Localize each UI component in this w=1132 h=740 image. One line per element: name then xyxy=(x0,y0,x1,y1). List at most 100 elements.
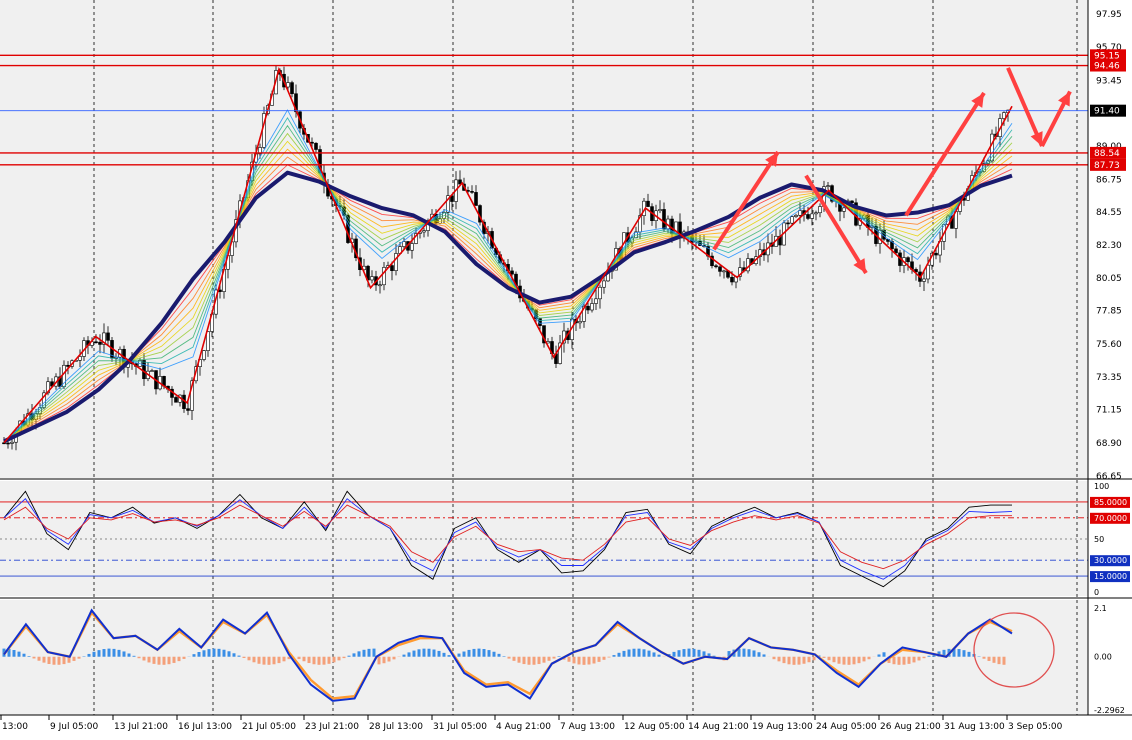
macd-histogram-bar xyxy=(823,657,826,658)
x-tick-label: 13:00 xyxy=(2,722,28,732)
candle xyxy=(411,244,414,251)
candle xyxy=(579,321,582,322)
macd-histogram-bar xyxy=(43,657,46,663)
macd-histogram-bar xyxy=(653,652,656,656)
candle xyxy=(511,271,514,274)
macd-histogram-bar xyxy=(438,651,441,657)
price-label: 91.40 xyxy=(1094,107,1120,117)
price-tick-label: 71.15 xyxy=(1096,406,1122,416)
x-tick-label: 31 Jul 05:00 xyxy=(433,722,487,732)
candle xyxy=(927,265,930,279)
x-tick-label: 31 Aug 13:00 xyxy=(944,722,1005,732)
x-tick-label: 4 Aug 21:00 xyxy=(496,722,551,732)
macd-histogram-bar xyxy=(533,657,536,665)
price-tick-label: 86.75 xyxy=(1096,175,1122,185)
candle xyxy=(207,332,210,351)
macd-histogram-bar xyxy=(73,657,76,661)
candle xyxy=(203,351,206,360)
candle xyxy=(791,217,794,224)
macd-histogram-bar xyxy=(418,649,421,656)
macd-histogram-bar xyxy=(848,657,851,665)
macd-histogram-bar xyxy=(28,656,31,657)
macd-histogram-bar xyxy=(903,657,906,665)
macd-histogram-bar xyxy=(268,657,271,665)
x-tick-label: 21 Jul 05:00 xyxy=(242,722,296,732)
macd-histogram-bar xyxy=(108,649,111,657)
macd-histogram-bar xyxy=(528,657,531,665)
macd-histogram-bar xyxy=(1003,657,1006,665)
candle xyxy=(715,266,718,267)
candle xyxy=(799,211,802,216)
candle xyxy=(907,258,910,262)
macd-histogram-bar xyxy=(248,657,251,661)
chart-window: 97.9595.7093.4591.4089.0086.7584.5582.30… xyxy=(0,0,1132,736)
price-label: 88.54 xyxy=(1094,149,1120,159)
macd-histogram-bar xyxy=(793,657,796,665)
chart-svg[interactable]: 97.9595.7093.4591.4089.0086.7584.5582.30… xyxy=(0,0,1132,736)
candle xyxy=(723,271,726,272)
macd-histogram-bar xyxy=(863,657,866,662)
candle xyxy=(659,209,662,210)
macd-histogram-bar xyxy=(63,657,66,664)
macd-histogram-bar xyxy=(598,657,601,662)
macd-histogram-bar xyxy=(758,652,761,656)
macd-histogram-bar xyxy=(313,657,316,665)
candle xyxy=(599,287,602,299)
macd-histogram-bar xyxy=(843,657,846,665)
candle xyxy=(719,267,722,272)
candle xyxy=(591,304,594,310)
price-panel[interactable] xyxy=(0,0,1088,478)
price-label: 94.46 xyxy=(1094,62,1120,72)
macd-histogram-bar xyxy=(258,657,261,664)
macd-histogram-bar xyxy=(323,657,326,665)
macd-histogram-bar xyxy=(433,650,436,657)
macd-histogram-bar xyxy=(463,652,466,657)
macd-histogram-bar xyxy=(213,649,216,657)
macd-histogram-bar xyxy=(858,657,861,663)
macd-histogram-bar xyxy=(628,649,631,656)
macd-histogram-bar xyxy=(23,654,26,657)
price-label: 87.73 xyxy=(1094,161,1120,171)
macd-histogram-bar xyxy=(263,657,266,665)
macd-histogram-bar xyxy=(178,657,181,661)
candle xyxy=(475,192,478,205)
macd-histogram-bar xyxy=(548,657,551,661)
macd-histogram-bar xyxy=(603,657,606,660)
macd-histogram-bar xyxy=(808,657,811,663)
oscillator-level-label: 30.0000 xyxy=(1094,556,1127,565)
macd-histogram-bar xyxy=(98,650,101,657)
candle xyxy=(595,299,598,304)
macd-histogram-bar xyxy=(643,649,646,656)
x-tick-label: 16 Jul 13:00 xyxy=(178,722,232,732)
candle xyxy=(731,277,734,282)
macd-histogram-bar xyxy=(988,657,991,661)
x-tick-label: 24 Aug 05:00 xyxy=(816,722,877,732)
macd-histogram-bar xyxy=(193,654,196,657)
macd-histogram-bar xyxy=(233,653,236,656)
x-tick-label: 23 Jul 21:00 xyxy=(305,722,359,732)
price-tick-label: 73.35 xyxy=(1096,373,1122,383)
candle xyxy=(807,214,810,218)
macd-histogram-bar xyxy=(298,657,301,659)
candle xyxy=(315,143,318,149)
candle xyxy=(423,231,426,232)
price-tick-label: 75.60 xyxy=(1096,340,1122,350)
macd-histogram-bar xyxy=(983,657,986,659)
macd-histogram-bar xyxy=(553,657,556,659)
x-tick-label: 12 Aug 05:00 xyxy=(624,722,685,732)
macd-histogram-bar xyxy=(798,657,801,665)
macd-histogram-bar xyxy=(33,657,36,659)
macd-histogram-bar xyxy=(128,653,131,656)
macd-histogram-bar xyxy=(838,657,841,664)
macd-histogram-bar xyxy=(928,656,931,657)
x-tick-label: 26 Aug 21:00 xyxy=(880,722,941,732)
macd-histogram-bar xyxy=(833,657,836,662)
candle xyxy=(471,191,474,192)
macd-histogram-bar xyxy=(478,649,481,657)
macd-histogram-bar xyxy=(878,654,881,656)
candle xyxy=(151,371,154,372)
macd-histogram-bar xyxy=(123,651,126,656)
macd-histogram-bar xyxy=(503,656,506,657)
candle xyxy=(371,277,374,280)
oscillator-panel[interactable] xyxy=(0,481,1088,596)
